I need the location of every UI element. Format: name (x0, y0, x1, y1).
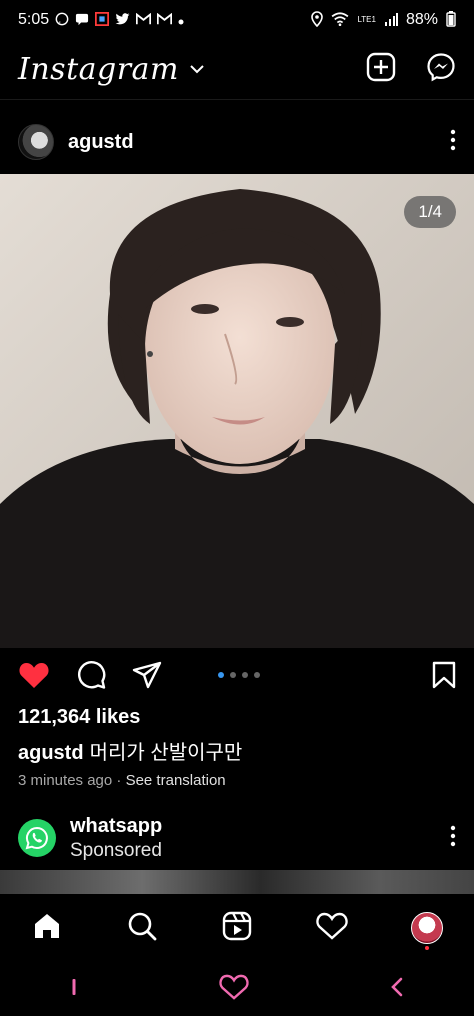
likes-count[interactable]: 121,364 likes (18, 706, 140, 729)
post-photo-illustration (0, 174, 474, 648)
gmail-icon (156, 12, 173, 27)
sponsor-text: whatsapp Sponsored (70, 815, 162, 862)
post-actions-left (18, 660, 162, 695)
notification-dot (424, 946, 429, 950)
twitter-icon (115, 12, 130, 28)
gmail-icon (135, 12, 152, 27)
status-left: 5:05 (18, 11, 184, 29)
more-options-icon[interactable] (450, 129, 456, 156)
post-username[interactable]: agustd (68, 131, 134, 154)
reels-icon (222, 911, 252, 946)
post-header: agustd (0, 110, 474, 174)
chevron-down-icon (189, 61, 205, 79)
post-meta: 3 minutes ago · See translation (18, 772, 226, 789)
image-counter-badge: 1/4 (404, 196, 456, 228)
bookmark-icon[interactable] (432, 661, 456, 694)
search-icon (127, 911, 157, 946)
activity-heart-icon (316, 912, 348, 945)
heart-icon[interactable] (18, 661, 50, 694)
dot-icon (178, 14, 184, 27)
nav-activity[interactable] (308, 904, 356, 952)
signal-icon (384, 12, 398, 28)
status-time: 5:05 (18, 11, 50, 28)
battery-percent: 88% (405, 11, 438, 28)
location-icon (311, 11, 324, 29)
status-right: LTE1 88% (311, 11, 456, 29)
nav-profile[interactable] (403, 904, 451, 952)
brand-switcher[interactable]: Instagram (18, 52, 205, 87)
nav-reels[interactable] (213, 904, 261, 952)
recents-icon[interactable] (70, 978, 78, 1001)
post-author[interactable]: agustd (18, 124, 134, 160)
home-heart-icon[interactable] (219, 974, 249, 1005)
sponsored-media-preview[interactable] (0, 870, 474, 894)
post-timestamp: 3 minutes ago (18, 772, 113, 789)
sponsored-post-header: whatsapp Sponsored (0, 812, 474, 864)
whatsapp-icon (55, 12, 69, 28)
back-icon[interactable] (390, 977, 404, 1002)
carousel-dot (230, 672, 236, 678)
bottom-nav (0, 896, 474, 960)
new-post-icon[interactable] (366, 52, 396, 87)
caption-username[interactable]: agustd (18, 742, 84, 764)
profile-avatar (410, 912, 443, 944)
app-title: Instagram (18, 52, 179, 87)
message-icon (75, 13, 89, 28)
post-actions (0, 656, 474, 698)
network-label: LTE1 (357, 15, 376, 24)
messenger-icon[interactable] (426, 52, 456, 87)
whatsapp-logo-icon[interactable] (18, 819, 56, 857)
avatar[interactable] (18, 124, 54, 160)
nav-search[interactable] (118, 904, 166, 952)
home-icon (32, 911, 62, 946)
see-translation-link[interactable]: See translation (126, 772, 226, 789)
status-bar: 5:05 LTE1 88% (0, 0, 474, 40)
more-options-icon[interactable] (450, 825, 456, 852)
system-nav-bar (0, 962, 474, 1016)
share-icon[interactable] (132, 661, 162, 694)
sponsored-label: Sponsored (70, 839, 162, 861)
wifi-icon (331, 12, 349, 28)
carousel-dots (218, 672, 260, 678)
header-actions (366, 52, 456, 87)
carousel-dot-active (218, 672, 224, 678)
caption-text: 머리가 산발이구만 (89, 742, 243, 764)
meta-separator: · (116, 772, 122, 789)
carousel-dot (254, 672, 260, 678)
battery-icon (446, 11, 456, 29)
app-icon (95, 12, 110, 28)
volte-icon: LTE1 (357, 16, 376, 24)
comment-icon[interactable] (76, 660, 106, 695)
carousel-dot (242, 672, 248, 678)
nav-home[interactable] (23, 904, 71, 952)
app-header: Instagram (0, 40, 474, 100)
post-image[interactable]: 1/4 (0, 174, 474, 648)
sponsor-author[interactable]: whatsapp Sponsored (18, 815, 162, 862)
sponsor-name[interactable]: whatsapp (70, 815, 162, 838)
post-caption: agustd 머리가 산발이구만 (18, 736, 242, 765)
